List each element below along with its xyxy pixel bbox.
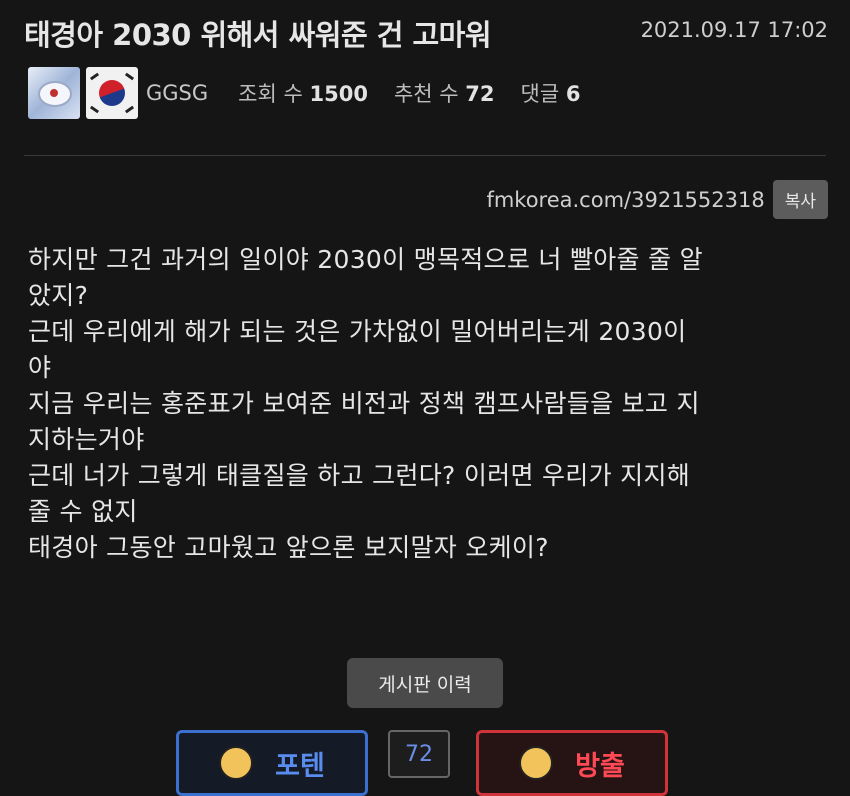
content-line: 근데 너가 그렇게 태클질을 하고 그런다? 이러면 우리가 지지해 xyxy=(28,461,691,490)
meta-divider xyxy=(24,155,826,156)
comments-label: 댓글 xyxy=(520,82,560,106)
vote-count: 72 xyxy=(388,730,450,778)
content-line: 줄 수 없지 xyxy=(28,497,138,526)
post-title: 태경아 2030 위해서 싸워준 건 고마워 xyxy=(24,18,492,52)
post-content: 하지만 그건 과거의 일이야 2030이 맹목적으로 너 빨아줄 줄 알 았지?… xyxy=(28,242,828,566)
recommend-stat: 추천 수 72 xyxy=(394,78,495,108)
views-stat: 조회 수 1500 xyxy=(238,78,368,108)
views-label: 조회 수 xyxy=(238,82,303,106)
upvote-label: 포텐 xyxy=(275,750,325,782)
post-meta: GGSG 조회 수 1500 추천 수 72 댓글 6 xyxy=(28,66,606,120)
post-link-row: fmkorea.com/3921552318 복사 xyxy=(486,180,828,219)
author-nickname[interactable]: GGSG xyxy=(146,81,208,105)
content-line: 근데 우리에게 해가 되는 것은 가차없이 밀어버리는게 2030이 xyxy=(28,317,687,346)
recommend-count: 72 xyxy=(465,82,495,106)
views-count: 1500 xyxy=(309,82,368,106)
content-line: 태경아 그동안 고마웠고 앞으론 보지말자 오케이? xyxy=(28,533,549,562)
board-history-button[interactable]: 게시판 이력 xyxy=(347,658,503,708)
copy-button[interactable]: 복사 xyxy=(772,180,828,219)
recommend-label: 추천 수 xyxy=(393,82,459,106)
content-line: 았지? xyxy=(28,281,89,310)
comments-stat[interactable]: 댓글 6 xyxy=(521,78,581,108)
post-date: 2021.09.17 17:02 xyxy=(640,18,828,42)
level-badge-icon xyxy=(28,67,80,119)
vote-row: 포텐 72 방출 xyxy=(176,730,668,796)
downvote-button[interactable]: 방출 xyxy=(476,730,668,796)
korean-flag-icon xyxy=(86,67,138,119)
content-line: 지하는거야 xyxy=(28,425,145,454)
thumbs-down-face-icon xyxy=(519,746,554,780)
content-line: 야 xyxy=(28,353,52,382)
post-url[interactable]: fmkorea.com/3921552318 xyxy=(486,188,764,212)
thumbs-up-face-icon xyxy=(219,746,254,780)
content-line: 지금 우리는 홍준표가 보여준 비전과 정책 캠프사람들을 보고 지 xyxy=(28,389,700,418)
downvote-label: 방출 xyxy=(575,750,625,782)
upvote-button[interactable]: 포텐 xyxy=(176,730,368,796)
content-line: 하지만 그건 과거의 일이야 2030이 맹목적으로 너 빨아줄 줄 알 xyxy=(28,245,703,274)
comments-count: 6 xyxy=(565,82,581,106)
